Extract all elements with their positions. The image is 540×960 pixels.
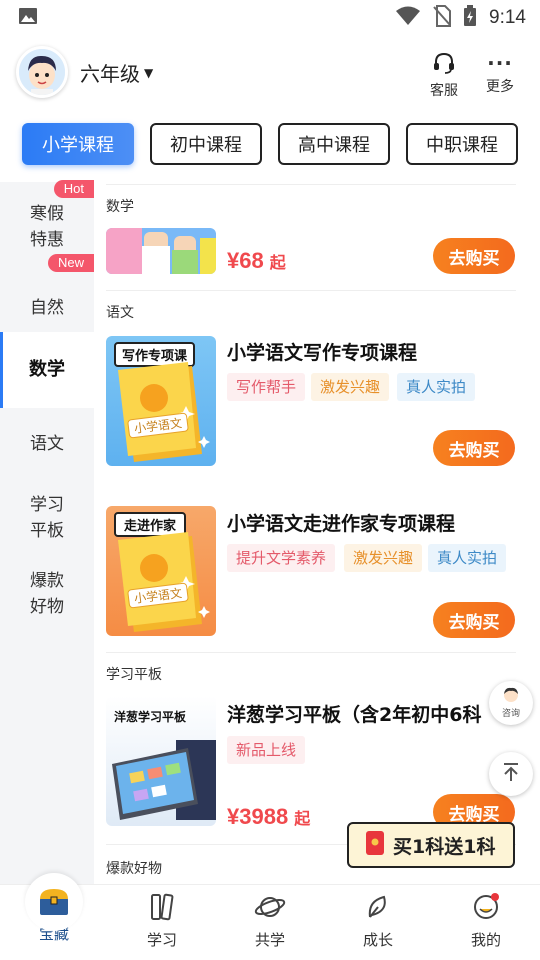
status-bar: 9:14 [0,0,540,36]
nav-label: 我的 [470,931,501,949]
sidebar-item-label: 数学 [29,359,65,380]
yellow-book-icon [118,362,210,462]
tablet-price: ¥3988 起 [227,804,311,829]
books-icon [149,893,175,925]
sidebar-item-winter-sale[interactable]: 寒假 特惠 Hot [0,180,94,262]
sidebar-item-label: 学习 [30,495,64,515]
back-to-top-button[interactable] [489,752,533,796]
treasure-chest-icon [25,873,83,931]
divider [106,652,516,653]
yellow-book-icon [118,532,210,632]
no-sim-icon [433,5,452,31]
sidebar-item-label: 好物 [30,597,64,617]
level-tabs: 小学课程 初中课程 高中课程 中职课程 [22,123,518,165]
arrow-up-icon [502,762,520,786]
writing-course-buy-button[interactable]: 去购买 [433,430,515,466]
caret-down-icon: ▼ [144,65,154,80]
nav-label: 学习 [146,931,177,949]
customer-service-button[interactable]: 客服 [430,52,458,100]
grade-selector[interactable]: 六年级 ▼ [80,58,153,87]
battery-charging-icon [463,5,477,31]
sidebar-item-label: 语文 [30,434,64,454]
sidebar-item-math[interactable]: 数学 [0,332,94,408]
grade-label: 六年级 [80,62,140,86]
category-sidebar: 寒假 特惠 Hot 自然 New 数学 语文 学习 平板 爆款 好物 [0,180,94,884]
wifi-icon [395,6,421,30]
divider [106,184,516,185]
tablet-title[interactable]: 洋葱学习平板（含2年初中6科 [227,700,497,727]
course-tag: 真人实拍 [428,544,507,572]
math-product-thumbnail[interactable] [106,228,216,274]
sidebar-item-tablet[interactable]: 学习 平板 [0,480,94,556]
consult-button[interactable]: 咨询 [489,681,533,725]
sidebar-item-label: 寒假 [30,204,64,224]
consult-label: 咨询 [501,709,520,719]
author-course-thumbnail[interactable]: 走进作家 小学语文 [106,506,216,636]
more-button[interactable]: ··· 更多 [486,52,514,96]
sidebar-item-chinese[interactable]: 语文 [0,408,94,480]
sidebar-item-label: 爆款 [30,571,64,591]
nav-label: 成长 [362,931,393,949]
course-tag: 提升文学素养 [227,544,336,572]
course-tag: 激发兴趣 [344,544,423,572]
product-list: 数学 ¥68 起 去购买 语文 写作专项课 小学语文 小学语文写作专项课程 写作帮… [94,182,540,884]
header: 六年级 ▼ 客服 ··· 更多 [0,44,540,104]
promo-banner[interactable]: 买1科送1科 [347,822,515,868]
sidebar-item-label: 特惠 [30,230,64,250]
author-course-title[interactable]: 小学语文走进作家专项课程 [227,509,455,536]
gallery-notification-icon [18,6,38,30]
tab-senior-high[interactable]: 高中课程 [278,123,390,165]
bottom-navigation: 宝藏 学习 共学 成长 我的 [0,873,540,960]
planet-icon [254,893,286,925]
red-envelope-icon [365,830,385,861]
more-label: 更多 [486,79,514,95]
sidebar-item-hot-goods[interactable]: 爆款 好物 [0,556,94,632]
author-course-buy-button[interactable]: 去购买 [433,602,515,638]
course-tag: 写作帮手 [227,373,306,401]
sprout-icon [364,893,392,925]
avatar[interactable] [16,46,68,98]
math-price: ¥68 起 [227,248,286,273]
new-badge: New [47,254,94,272]
customer-service-label: 客服 [430,83,458,99]
nav-colearn[interactable]: 共学 [216,885,324,960]
tablet-device-icon [112,740,216,820]
nav-learn[interactable]: 学习 [108,885,216,960]
section-title-math: 数学 [106,199,134,215]
tablet-thumbnail[interactable]: 洋葱学习平板 [106,696,216,826]
nav-label: 共学 [254,931,285,949]
section-title-hot-goods: 爆款好物 [106,861,162,877]
clock: 9:14 [489,7,526,28]
more-dots-icon: ··· [487,51,513,75]
profile-face-icon [471,893,501,925]
nav-growth[interactable]: 成长 [324,885,432,960]
nav-profile[interactable]: 我的 [432,885,540,960]
tab-primary[interactable]: 小学课程 [22,123,134,165]
promo-label: 买1科送1科 [393,835,496,858]
sidebar-item-label: 平板 [30,521,64,541]
writing-course-thumbnail[interactable]: 写作专项课 小学语文 [106,336,216,466]
course-tag: 激发兴趣 [311,373,390,401]
tab-junior-high[interactable]: 初中课程 [150,123,262,165]
divider [106,290,516,291]
sidebar-item-label: 自然 [30,298,64,318]
hot-badge: Hot [53,180,94,198]
section-title-chinese: 语文 [106,305,134,321]
tab-vocational[interactable]: 中职课程 [406,123,518,165]
course-tag: 真人实拍 [397,373,476,401]
headset-icon [432,52,456,78]
consultant-avatar-icon [500,687,522,709]
product-tag: 新品上线 [227,736,306,764]
math-buy-button[interactable]: 去购买 [433,238,515,274]
nav-treasure[interactable]: 宝藏 [0,873,108,960]
section-title-tablet: 学习平板 [106,667,162,683]
writing-course-title[interactable]: 小学语文写作专项课程 [227,338,417,365]
sidebar-item-nature[interactable]: 自然 New [0,254,94,332]
